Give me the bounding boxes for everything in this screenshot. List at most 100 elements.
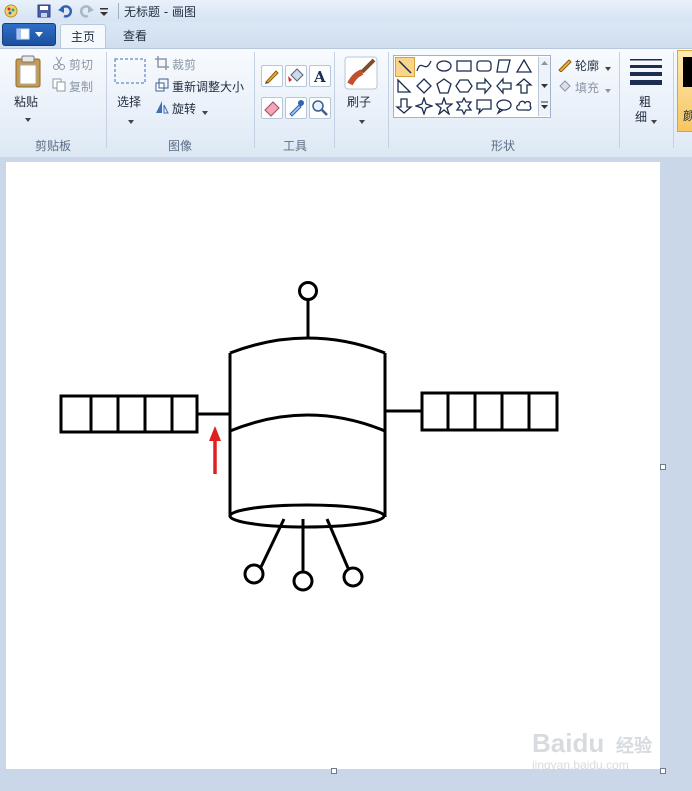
left-arrow-shape-icon[interactable] [495, 77, 513, 95]
canvas-resize-handle-right[interactable] [660, 464, 666, 470]
watermark-brand: Baidu [532, 728, 604, 758]
canvas-resize-handle-corner[interactable] [660, 768, 666, 774]
fill-bucket-tool-icon[interactable] [285, 65, 307, 87]
rounded-callout-shape-icon[interactable] [475, 97, 493, 116]
brush-label[interactable]: 刷子 [347, 93, 371, 110]
red-arrow-head [209, 426, 221, 441]
paste-icon[interactable] [13, 55, 43, 91]
select-label[interactable]: 选择 [117, 93, 141, 110]
rounded-rectangle-shape-icon[interactable] [475, 57, 493, 75]
paint-menu-button[interactable] [2, 23, 56, 46]
magnifier-tool-icon[interactable] [309, 97, 331, 119]
svg-text:A: A [313, 68, 326, 86]
pencil-tool-icon[interactable] [261, 65, 283, 87]
hexagon-shape-icon[interactable] [455, 77, 473, 95]
triangle-shape-icon[interactable] [515, 57, 533, 75]
redo-icon[interactable] [79, 3, 95, 19]
up-arrow-shape-icon[interactable] [515, 77, 533, 95]
diamond-shape-icon[interactable] [415, 77, 433, 95]
four-point-star-shape-icon[interactable] [413, 95, 435, 117]
eraser-tool-icon[interactable] [261, 97, 283, 119]
tools-group-label: 工具 [282, 139, 307, 153]
center-leg-ball [292, 570, 314, 592]
color1-label: 颜色1 [683, 109, 692, 123]
body-bottom-ellipse [228, 503, 386, 529]
size-dropdown-arrow-icon[interactable] [650, 114, 658, 128]
color1-button[interactable]: 颜色1 [677, 50, 692, 132]
line-shape-icon[interactable] [395, 57, 415, 77]
resize-icon[interactable] [155, 78, 169, 95]
tab-home[interactable]: 主页 [60, 24, 106, 49]
paste-dropdown-arrow-icon[interactable] [24, 112, 32, 126]
select-dropdown-arrow-icon[interactable] [127, 114, 135, 128]
watermark-brand-cn: 经验 [616, 735, 653, 757]
six-point-star-shape-icon[interactable] [455, 96, 473, 116]
title-separator [118, 3, 119, 19]
body-middle-band [229, 413, 386, 433]
oval-callout-shape-icon[interactable] [495, 97, 513, 115]
ribbon-separator [254, 52, 255, 148]
ribbon-separator [619, 52, 620, 148]
antenna-ball [298, 281, 318, 301]
size-label-bottom[interactable]: 细 [635, 108, 647, 125]
paint-menu-icon [16, 28, 43, 40]
crop-label[interactable]: 裁剪 [172, 56, 196, 73]
size-icon[interactable] [629, 58, 663, 88]
shapes-scrollbar[interactable] [538, 57, 550, 116]
pentagon-shape-icon[interactable] [435, 77, 453, 95]
crop-icon[interactable] [155, 56, 169, 73]
color1-swatch [683, 57, 692, 87]
ribbon-separator [334, 52, 335, 148]
brush-dropdown-arrow-icon[interactable] [358, 114, 366, 128]
window-title: 无标题 - 画图 [124, 5, 196, 19]
baidu-watermark: Baidu 经验 jingyan.baidu.com [530, 722, 660, 772]
outline-icon[interactable] [557, 58, 573, 75]
watermark-url: jingyan.baidu.com [531, 758, 629, 772]
title-bar: 无标题 - 画图 [0, 0, 692, 23]
cut-label[interactable]: 剪切 [69, 56, 93, 73]
rotate-dropdown-arrow-icon[interactable] [201, 105, 209, 119]
canvas-resize-handle-bottom[interactable] [331, 768, 337, 774]
text-tool-icon[interactable]: A [309, 65, 331, 87]
left-solar-panel [59, 394, 199, 434]
brush-icon[interactable] [344, 56, 378, 90]
image-group-label: 图像 [167, 139, 192, 153]
select-icon[interactable] [114, 58, 146, 84]
polygon-shape-icon[interactable] [495, 57, 513, 75]
body-top-edge [229, 336, 386, 355]
save-icon[interactable] [36, 3, 52, 19]
paste-label[interactable]: 粘贴 [14, 93, 38, 110]
outline-label[interactable]: 轮廓 [575, 57, 599, 74]
tab-view[interactable]: 查看 [112, 24, 158, 48]
ribbon-separator [673, 52, 674, 148]
outline-dropdown-arrow-icon[interactable] [604, 61, 612, 75]
undo-icon[interactable] [57, 3, 73, 19]
curve-shape-icon[interactable] [415, 57, 433, 75]
right-leg-ball [342, 566, 364, 588]
customize-toolbar-icon[interactable] [98, 3, 114, 19]
cut-icon[interactable] [52, 56, 66, 73]
shapes-group-label: 形状 [490, 139, 515, 153]
resize-label[interactable]: 重新调整大小 [172, 78, 244, 95]
clipboard-group-label: 剪贴板 [34, 139, 71, 153]
cloud-callout-shape-icon[interactable] [515, 97, 533, 115]
copy-label[interactable]: 复制 [69, 78, 93, 95]
fill-label[interactable]: 填充 [575, 79, 599, 96]
copy-icon[interactable] [52, 78, 66, 95]
fill-icon[interactable] [557, 79, 573, 96]
down-arrow-shape-icon[interactable] [395, 97, 413, 115]
fill-dropdown-arrow-icon[interactable] [604, 83, 612, 97]
rectangle-shape-icon[interactable] [455, 57, 473, 75]
color-picker-tool-icon[interactable] [285, 97, 307, 119]
left-leg-ball [243, 563, 265, 585]
five-point-star-shape-icon[interactable] [434, 95, 454, 116]
right-triangle-shape-icon[interactable] [395, 77, 413, 95]
ribbon-separator [388, 52, 389, 148]
satellite-drawing[interactable] [6, 162, 660, 769]
rotate-icon[interactable] [155, 100, 169, 117]
paint-app-icon[interactable] [3, 3, 19, 19]
rotate-label[interactable]: 旋转 [172, 100, 196, 117]
right-arrow-shape-icon[interactable] [475, 77, 493, 95]
right-solar-panel [420, 391, 559, 432]
oval-shape-icon[interactable] [435, 57, 453, 75]
